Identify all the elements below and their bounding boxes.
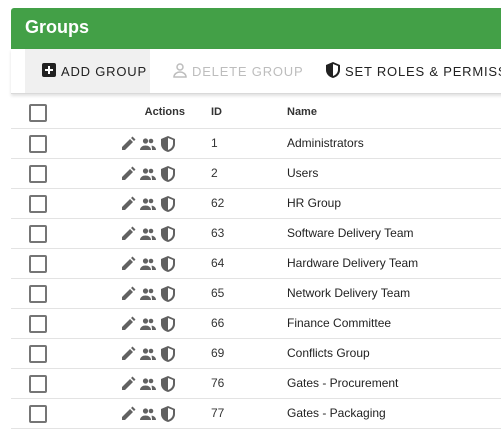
delete-group-button[interactable]: DELETE GROUP <box>172 49 303 93</box>
shield-icon[interactable] <box>159 225 177 243</box>
row-name: Conflicts Group <box>287 346 370 360</box>
add-group-button[interactable]: ADD GROUP <box>25 49 150 93</box>
table-row[interactable]: 77 Gates - Packaging <box>11 399 501 429</box>
people-icon[interactable] <box>139 165 157 183</box>
row-id: 1 <box>211 136 218 150</box>
row-actions <box>119 284 177 304</box>
row-checkbox[interactable] <box>29 135 47 153</box>
column-header-name[interactable]: Name <box>287 96 317 128</box>
people-icon[interactable] <box>139 345 157 363</box>
people-icon[interactable] <box>139 315 157 333</box>
people-icon[interactable] <box>139 285 157 303</box>
pencil-icon[interactable] <box>119 195 137 213</box>
column-header-id[interactable]: ID <box>211 96 222 128</box>
row-name: Users <box>287 166 319 180</box>
pencil-icon[interactable] <box>119 135 137 153</box>
shield-icon[interactable] <box>159 255 177 273</box>
row-checkbox[interactable] <box>29 375 47 393</box>
table-row[interactable]: 66 Finance Committee <box>11 309 501 339</box>
column-header-actions: Actions <box>144 106 185 118</box>
row-actions <box>119 314 177 334</box>
pencil-icon[interactable] <box>119 375 137 393</box>
table-row[interactable]: 64 Hardware Delivery Team <box>11 249 501 279</box>
table-row[interactable]: 69 Conflicts Group <box>11 339 501 369</box>
row-actions <box>119 344 177 364</box>
row-name: Gates - Procurement <box>287 376 399 390</box>
row-id: 62 <box>211 196 225 210</box>
row-id: 63 <box>211 226 225 240</box>
add-box-icon <box>41 62 57 81</box>
select-all-checkbox[interactable] <box>29 104 47 122</box>
row-actions <box>119 254 177 274</box>
row-actions <box>119 194 177 214</box>
delete-group-label: DELETE GROUP <box>192 63 304 79</box>
row-id: 2 <box>211 166 218 180</box>
row-checkbox[interactable] <box>29 345 47 363</box>
set-roles-label: SET ROLES & PERMISSI <box>345 63 501 79</box>
row-name: Hardware Delivery Team <box>287 256 419 270</box>
shield-icon[interactable] <box>159 345 177 363</box>
row-id: 64 <box>211 256 225 270</box>
row-name: Software Delivery Team <box>287 226 414 240</box>
table-row[interactable]: 62 HR Group <box>11 189 501 219</box>
row-id: 77 <box>211 406 225 420</box>
row-name: Administrators <box>287 136 364 150</box>
shield-icon[interactable] <box>159 315 177 333</box>
toolbar: ADD GROUP DELETE GROUP SET ROLES & PERMI… <box>11 49 501 94</box>
row-id: 66 <box>211 316 225 330</box>
row-name: Gates - Packaging <box>287 406 386 420</box>
pencil-icon[interactable] <box>119 345 137 363</box>
row-id: 65 <box>211 286 225 300</box>
pencil-icon[interactable] <box>119 255 137 273</box>
shield-icon <box>325 61 341 82</box>
people-icon[interactable] <box>139 375 157 393</box>
row-actions <box>119 224 177 244</box>
row-checkbox[interactable] <box>29 315 47 333</box>
add-group-label: ADD GROUP <box>61 63 147 79</box>
set-roles-button[interactable]: SET ROLES & PERMISSI <box>325 49 501 93</box>
row-id: 69 <box>211 346 225 360</box>
row-actions <box>119 164 177 184</box>
people-icon[interactable] <box>139 255 157 273</box>
row-name: Network Delivery Team <box>287 286 411 300</box>
row-checkbox[interactable] <box>29 255 47 273</box>
people-icon[interactable] <box>139 135 157 153</box>
table-row[interactable]: 63 Software Delivery Team <box>11 219 501 249</box>
row-actions <box>119 134 177 154</box>
groups-table: Actions ID Name 1 Administrators 2 Users… <box>11 96 501 429</box>
row-checkbox[interactable] <box>29 225 47 243</box>
table-row[interactable]: 1 Administrators <box>11 129 501 159</box>
people-icon[interactable] <box>139 225 157 243</box>
pencil-icon[interactable] <box>119 165 137 183</box>
shield-icon[interactable] <box>159 285 177 303</box>
row-checkbox[interactable] <box>29 285 47 303</box>
row-checkbox[interactable] <box>29 165 47 183</box>
person-remove-icon <box>172 62 188 81</box>
shield-icon[interactable] <box>159 165 177 183</box>
shield-icon[interactable] <box>159 405 177 423</box>
pencil-icon[interactable] <box>119 405 137 423</box>
shield-icon[interactable] <box>159 375 177 393</box>
row-name: HR Group <box>287 196 342 210</box>
pencil-icon[interactable] <box>119 285 137 303</box>
people-icon[interactable] <box>139 405 157 423</box>
shield-icon[interactable] <box>159 135 177 153</box>
row-checkbox[interactable] <box>29 405 47 423</box>
table-row[interactable]: 2 Users <box>11 159 501 189</box>
row-id: 76 <box>211 376 225 390</box>
row-checkbox[interactable] <box>29 195 47 213</box>
pencil-icon[interactable] <box>119 315 137 333</box>
shield-icon[interactable] <box>159 195 177 213</box>
pencil-icon[interactable] <box>119 225 137 243</box>
row-actions <box>119 404 177 424</box>
table-row[interactable]: 76 Gates - Procurement <box>11 369 501 399</box>
table-header-row: Actions ID Name <box>11 96 501 129</box>
people-icon[interactable] <box>139 195 157 213</box>
row-name: Finance Committee <box>287 316 392 330</box>
page-title: Groups <box>25 17 90 37</box>
row-actions <box>119 374 177 394</box>
page-header: Groups <box>11 8 501 49</box>
table-row[interactable]: 65 Network Delivery Team <box>11 279 501 309</box>
